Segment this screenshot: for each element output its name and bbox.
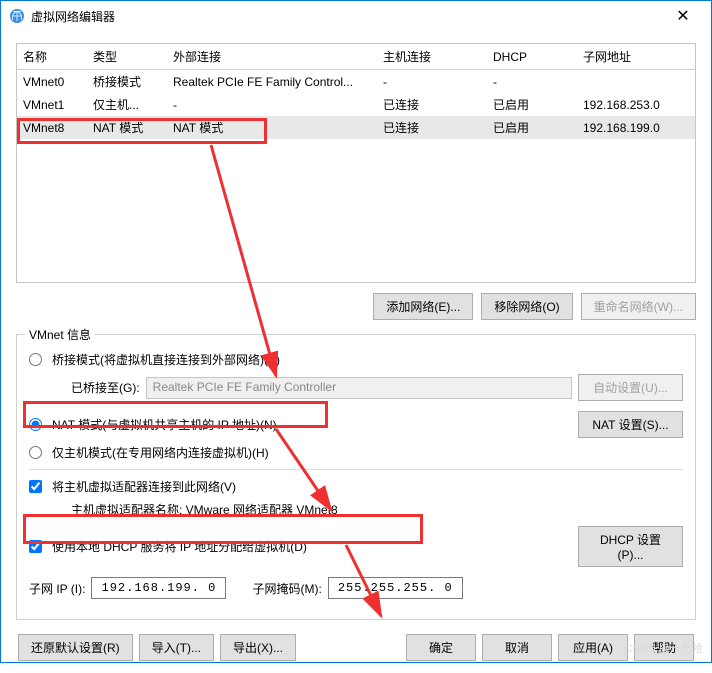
- app-icon: [9, 8, 25, 24]
- add-network-button[interactable]: 添加网络(E)...: [373, 293, 473, 320]
- bridged-to-combo: Realtek PCIe FE Family Controller: [146, 377, 572, 399]
- window-title: 虚拟网络编辑器: [31, 8, 663, 25]
- table-row[interactable]: VMnet8NAT 模式NAT 模式已连接已启用192.168.199.0: [17, 116, 695, 139]
- remove-network-button[interactable]: 移除网络(O): [481, 293, 572, 320]
- dhcp-label: 使用本地 DHCP 服务将 IP 地址分配给虚拟机(D): [52, 538, 307, 555]
- group-legend: VMnet 信息: [25, 326, 95, 343]
- col-dhcp[interactable]: DHCP: [487, 44, 577, 70]
- col-name[interactable]: 名称: [17, 44, 87, 70]
- auto-settings-button: 自动设置(U)...: [578, 374, 683, 401]
- bridge-label: 桥接模式(将虚拟机直接连接到外部网络)(B): [52, 351, 280, 368]
- nat-radio[interactable]: [29, 418, 42, 431]
- nat-settings-button[interactable]: NAT 设置(S)...: [578, 411, 683, 438]
- hostonly-radio[interactable]: [29, 446, 42, 459]
- network-table[interactable]: 名称 类型 外部连接 主机连接 DHCP 子网地址 VMnet0桥接模式Real…: [16, 43, 696, 283]
- rename-network-button: 重命名网络(W)...: [581, 293, 696, 320]
- hostonly-label: 仅主机模式(在专用网络内连接虚拟机)(H): [52, 444, 269, 461]
- col-type[interactable]: 类型: [87, 44, 167, 70]
- host-connect-check[interactable]: [29, 480, 42, 493]
- vmnet-info-group: VMnet 信息 桥接模式(将虚拟机直接连接到外部网络)(B) 已桥接至(G):…: [16, 334, 696, 620]
- bridged-to-label: 已桥接至(G):: [71, 379, 140, 396]
- bridge-radio[interactable]: [29, 353, 42, 366]
- ok-button[interactable]: 确定: [406, 634, 476, 661]
- host-connect-label: 将主机虚拟适配器连接到此网络(V): [52, 478, 236, 495]
- apply-button[interactable]: 应用(A): [558, 634, 628, 661]
- watermark: CSDN @十七拾: [625, 640, 703, 656]
- host-adapter-name: 主机虚拟适配器名称: VMware 网络适配器 VMnet8: [71, 501, 338, 518]
- close-button[interactable]: ✕: [663, 1, 703, 31]
- import-button[interactable]: 导入(T)...: [139, 634, 214, 661]
- nat-label: NAT 模式(与虚拟机共享主机的 IP 地址)(N): [52, 416, 277, 433]
- table-row[interactable]: VMnet0桥接模式Realtek PCIe FE Family Control…: [17, 70, 695, 94]
- col-host[interactable]: 主机连接: [377, 44, 487, 70]
- subnet-mask-label: 子网掩码(M):: [252, 580, 321, 597]
- col-ext[interactable]: 外部连接: [167, 44, 377, 70]
- subnet-ip-field[interactable]: [91, 577, 226, 599]
- dhcp-settings-button[interactable]: DHCP 设置(P)...: [578, 526, 683, 567]
- cancel-button[interactable]: 取消: [482, 634, 552, 661]
- titlebar: 虚拟网络编辑器 ✕: [1, 1, 711, 31]
- table-row[interactable]: VMnet1仅主机...-已连接已启用192.168.253.0: [17, 93, 695, 116]
- export-button[interactable]: 导出(X)...: [220, 634, 296, 661]
- subnet-ip-label: 子网 IP (I):: [29, 580, 85, 597]
- subnet-mask-field[interactable]: [328, 577, 463, 599]
- dhcp-check[interactable]: [29, 540, 42, 553]
- col-subnet[interactable]: 子网地址: [577, 44, 695, 70]
- restore-defaults-button[interactable]: 还原默认设置(R): [18, 634, 133, 661]
